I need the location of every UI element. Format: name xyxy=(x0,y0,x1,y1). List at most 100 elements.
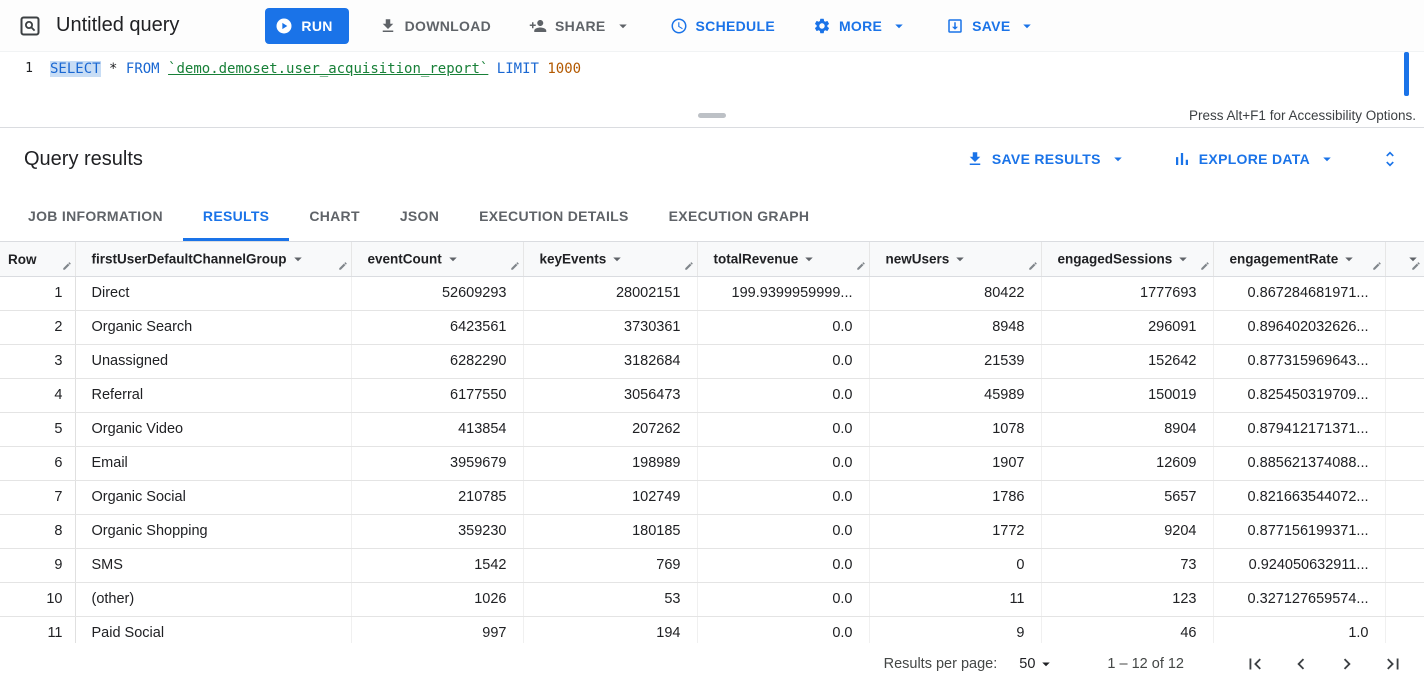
column-header-extra[interactable] xyxy=(1385,242,1424,276)
data-cell: 1078 xyxy=(869,412,1041,446)
tab-execution-graph[interactable]: EXECUTION GRAPH xyxy=(649,190,830,241)
column-resize-icon[interactable] xyxy=(62,261,72,271)
data-cell: 3182684 xyxy=(523,344,697,378)
sort-arrow-icon[interactable] xyxy=(608,250,626,268)
data-cell: 6177550 xyxy=(351,378,523,412)
chevron-down-icon xyxy=(890,17,908,35)
code-token: SELECT xyxy=(50,61,101,77)
tab-execution-details[interactable]: EXECUTION DETAILS xyxy=(459,190,649,241)
code-token xyxy=(488,61,496,77)
column-label: eventCount xyxy=(368,251,442,266)
data-cell: 45989 xyxy=(869,378,1041,412)
data-cell: 180185 xyxy=(523,514,697,548)
data-cell: 21539 xyxy=(869,344,1041,378)
tab-json[interactable]: JSON xyxy=(380,190,459,241)
sort-arrow-icon[interactable] xyxy=(1340,250,1358,268)
table-row: 8Organic Shopping3592301801850.017729204… xyxy=(0,514,1424,548)
row-number-cell: 10 xyxy=(0,582,75,616)
column-header-eventCount[interactable]: eventCount xyxy=(351,242,523,276)
splitter-drag-handle[interactable] xyxy=(698,113,726,118)
column-resize-icon[interactable] xyxy=(1200,261,1210,271)
column-resize-icon[interactable] xyxy=(338,261,348,271)
data-cell: 73 xyxy=(1041,548,1213,582)
tab-job-information[interactable]: JOB INFORMATION xyxy=(8,190,183,241)
code-token xyxy=(117,61,125,77)
results-tabs: JOB INFORMATIONRESULTSCHARTJSONEXECUTION… xyxy=(0,190,1424,242)
column-resize-icon[interactable] xyxy=(1372,261,1382,271)
data-cell: 769 xyxy=(523,548,697,582)
table-body: 1Direct5260929328002151199.9399959999...… xyxy=(0,276,1424,650)
column-resize-icon[interactable] xyxy=(1028,261,1038,271)
next-page-button[interactable] xyxy=(1332,649,1362,679)
download-button[interactable]: DOWNLOAD xyxy=(371,8,499,44)
save-button[interactable]: SAVE xyxy=(938,8,1044,44)
chevron-down-icon xyxy=(1037,655,1055,673)
first-page-button[interactable] xyxy=(1240,649,1270,679)
column-resize-icon[interactable] xyxy=(684,261,694,271)
column-header-firstUserDefaultChannelGroup[interactable]: firstUserDefaultChannelGroup xyxy=(75,242,351,276)
data-cell: 53 xyxy=(523,582,697,616)
row-number-cell: 3 xyxy=(0,344,75,378)
data-cell: 0.0 xyxy=(697,548,869,582)
data-cell: 0.879412171371... xyxy=(1213,412,1385,446)
data-cell: 0.0 xyxy=(697,480,869,514)
tab-results[interactable]: RESULTS xyxy=(183,190,289,241)
explore-data-button[interactable]: EXPLORE DATA xyxy=(1167,146,1342,172)
data-cell xyxy=(1385,412,1424,446)
tab-chart[interactable]: CHART xyxy=(289,190,380,241)
chevron-right-icon xyxy=(1336,653,1358,675)
data-cell: Organic Social xyxy=(75,480,351,514)
data-cell: Organic Search xyxy=(75,310,351,344)
data-cell: Email xyxy=(75,446,351,480)
query-title: Untitled query xyxy=(56,14,179,37)
table-row: 1Direct5260929328002151199.9399959999...… xyxy=(0,276,1424,310)
sort-arrow-icon[interactable] xyxy=(289,250,307,268)
explore-data-label: EXPLORE DATA xyxy=(1199,151,1310,167)
run-button[interactable]: RUN xyxy=(265,8,348,44)
data-cell: 0.821663544072... xyxy=(1213,480,1385,514)
column-header-newUsers[interactable]: newUsers xyxy=(869,242,1041,276)
page-size-value: 50 xyxy=(1019,656,1035,672)
last-page-button[interactable] xyxy=(1378,649,1408,679)
download-icon xyxy=(966,150,984,168)
sort-arrow-icon[interactable] xyxy=(800,250,818,268)
column-label: firstUserDefaultChannelGroup xyxy=(92,251,287,266)
person-add-icon xyxy=(529,17,547,35)
column-resize-icon[interactable] xyxy=(1411,261,1421,271)
save-label: SAVE xyxy=(972,18,1010,34)
row-number-cell: 8 xyxy=(0,514,75,548)
data-cell: 11 xyxy=(869,582,1041,616)
column-header-keyEvents[interactable]: keyEvents xyxy=(523,242,697,276)
last-page-icon xyxy=(1382,653,1404,675)
schedule-button[interactable]: SCHEDULE xyxy=(662,8,783,44)
sort-arrow-icon[interactable] xyxy=(951,250,969,268)
data-cell: 413854 xyxy=(351,412,523,446)
data-cell xyxy=(1385,276,1424,310)
column-header-engagementRate[interactable]: engagementRate xyxy=(1213,242,1385,276)
column-resize-icon[interactable] xyxy=(510,261,520,271)
results-per-page-label: Results per page: xyxy=(884,656,998,672)
download-icon xyxy=(379,17,397,35)
column-resize-icon[interactable] xyxy=(856,261,866,271)
previous-page-button[interactable] xyxy=(1286,649,1316,679)
data-cell: 28002151 xyxy=(523,276,697,310)
data-cell: 210785 xyxy=(351,480,523,514)
more-button[interactable]: MORE xyxy=(805,8,916,44)
data-cell xyxy=(1385,378,1424,412)
data-cell: 9204 xyxy=(1041,514,1213,548)
sort-arrow-icon[interactable] xyxy=(444,250,462,268)
expand-results-button[interactable] xyxy=(1376,145,1404,173)
row-number-cell: 1 xyxy=(0,276,75,310)
save-results-button[interactable]: SAVE RESULTS xyxy=(960,146,1133,172)
sql-editor[interactable]: 1 SELECT * FROM `demo.demoset.user_acqui… xyxy=(0,52,1424,104)
column-header-totalRevenue[interactable]: totalRevenue xyxy=(697,242,869,276)
editor-scrollbar[interactable] xyxy=(1404,52,1409,96)
line-number: 1 xyxy=(0,58,50,104)
sort-arrow-icon[interactable] xyxy=(1174,250,1192,268)
column-header-engagedSessions[interactable]: engagedSessions xyxy=(1041,242,1213,276)
download-label: DOWNLOAD xyxy=(405,18,491,34)
data-cell: 102749 xyxy=(523,480,697,514)
query-toolbar: Untitled query RUN DOWNLOAD SHARE xyxy=(0,0,1424,52)
share-button[interactable]: SHARE xyxy=(521,8,640,44)
page-size-select[interactable]: 50 xyxy=(1013,654,1061,674)
